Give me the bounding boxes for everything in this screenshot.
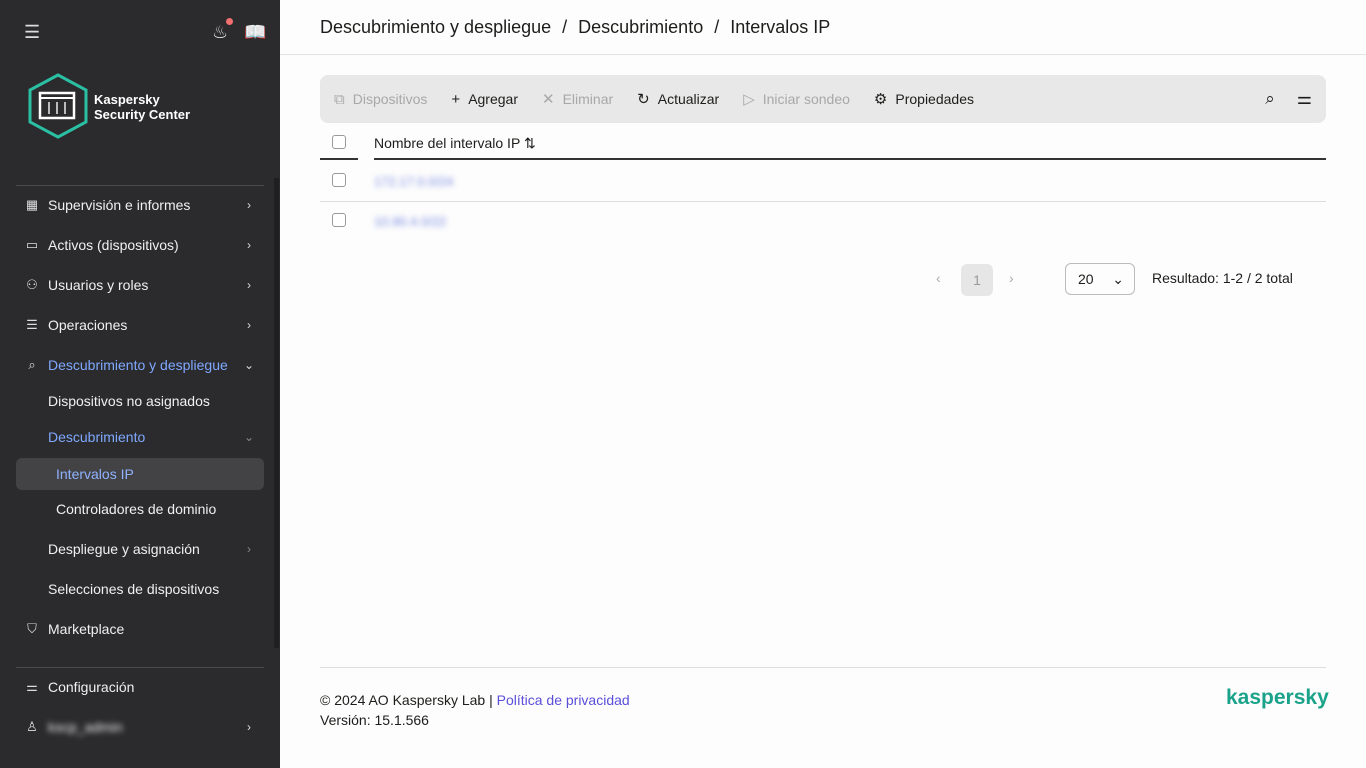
- toolbar: ⧉Dispositivos +Agregar ✕Eliminar ↻Actual…: [320, 75, 1326, 123]
- privacy-link[interactable]: Política de privacidad: [497, 692, 630, 708]
- breadcrumb: Descubrimiento y despliegue/ Descubrimie…: [280, 0, 1366, 55]
- chevron-down-icon: ⌄: [234, 430, 264, 444]
- version: Versión: 15.1.566: [320, 710, 630, 730]
- menu-icon[interactable]: ☰: [24, 22, 40, 43]
- refresh-icon: ↻: [637, 90, 650, 108]
- result-count: Resultado: 1-2 / 2 total: [1152, 270, 1293, 286]
- add-button[interactable]: +Agregar: [451, 91, 518, 108]
- delete-button[interactable]: ✕Eliminar: [542, 90, 613, 108]
- breadcrumb-current: Intervalos IP: [730, 17, 830, 38]
- sidebar-item-monitoring[interactable]: ▦Supervisión e informes›: [16, 189, 264, 221]
- notifications-icon[interactable]: ♨: [212, 22, 228, 43]
- column-header-ip-range[interactable]: Nombre del intervalo IP ⇅: [374, 135, 536, 152]
- page-size-select[interactable]: 20⌄: [1065, 263, 1135, 295]
- sliders-icon: ⚌: [16, 679, 48, 695]
- book-icon[interactable]: 📖: [244, 22, 266, 43]
- sidebar-item-discovery-deployment[interactable]: ⌕Descubrimiento y despliegue⌄: [16, 349, 264, 381]
- properties-button[interactable]: ⚙Propiedades: [874, 90, 974, 108]
- chevron-right-icon: ›: [234, 542, 264, 556]
- chevron-down-icon: ⌄: [234, 358, 264, 372]
- notification-dot: [226, 18, 233, 25]
- page-1-button[interactable]: 1: [961, 264, 993, 296]
- breadcrumb-item[interactable]: Descubrimiento y despliegue: [320, 17, 551, 38]
- chevron-right-icon: ›: [234, 318, 264, 332]
- sidebar-item-assets[interactable]: ▭Activos (dispositivos)›: [16, 229, 264, 261]
- sidebar-item-selections[interactable]: Selecciones de dispositivos: [16, 573, 264, 605]
- sidebar-item-user[interactable]: ♙kscp_admin›: [16, 711, 264, 743]
- start-poll-button[interactable]: ▷Iniciar sondeo: [743, 90, 850, 108]
- sidebar-item-unassigned[interactable]: Dispositivos no asignados: [16, 385, 264, 417]
- sidebar-item-marketplace[interactable]: ⛉Marketplace: [16, 613, 264, 645]
- server-icon: ☰: [16, 317, 48, 333]
- sidebar-item-users[interactable]: ⚇Usuarios y roles›: [16, 269, 264, 301]
- search-icon: ⌕: [16, 357, 48, 373]
- footer: © 2024 AO Kaspersky Lab | Política de pr…: [320, 690, 630, 730]
- user-icon: ♙: [16, 719, 48, 735]
- chevron-right-icon: ›: [234, 720, 264, 734]
- bag-icon: ⛉: [16, 621, 48, 637]
- plus-icon: +: [451, 91, 460, 108]
- prev-page-icon[interactable]: ‹: [936, 270, 941, 286]
- search-icon[interactable]: ⌕: [1265, 89, 1275, 109]
- chevron-right-icon: ›: [234, 198, 264, 212]
- gear-icon: ⚙: [874, 90, 887, 108]
- users-icon: ⚇: [16, 277, 48, 293]
- sidebar-item-domain-controllers[interactable]: Controladores de dominio: [16, 493, 264, 525]
- devices-icon: ⧉: [334, 91, 345, 108]
- dashboard-icon: ▦: [16, 197, 48, 213]
- filter-icon[interactable]: ⚌: [1297, 89, 1312, 109]
- devices-button[interactable]: ⧉Dispositivos: [334, 91, 427, 108]
- kaspersky-logo: kaspersky: [1226, 686, 1329, 710]
- logo-text: KasperskySecurity Center: [94, 92, 190, 122]
- sidebar-scrollbar[interactable]: [274, 178, 279, 648]
- chevron-right-icon: ›: [234, 238, 264, 252]
- play-icon: ▷: [743, 90, 755, 108]
- ip-range-link[interactable]: 10.90.4.0/22: [374, 214, 446, 229]
- row-checkbox[interactable]: [332, 213, 346, 227]
- sidebar-item-operations[interactable]: ☰Operaciones›: [16, 309, 264, 341]
- chevron-down-icon: ⌄: [1112, 271, 1124, 288]
- sidebar-item-deployment[interactable]: Despliegue y asignación›: [16, 533, 264, 565]
- row-checkbox[interactable]: [332, 173, 346, 187]
- chevron-right-icon: ›: [234, 278, 264, 292]
- select-all-checkbox[interactable]: [332, 135, 346, 149]
- sort-icon: ⇅: [524, 135, 536, 151]
- sidebar-item-ip-ranges[interactable]: Intervalos IP: [16, 458, 264, 490]
- sidebar-item-settings[interactable]: ⚌Configuración: [16, 671, 264, 703]
- logo-icon: [27, 73, 89, 139]
- close-icon: ✕: [542, 90, 555, 108]
- refresh-button[interactable]: ↻Actualizar: [637, 90, 719, 108]
- sidebar: ☰ ♨ 📖 KasperskySecurity Center ▦Supervis…: [0, 0, 280, 768]
- breadcrumb-item[interactable]: Descubrimiento: [578, 17, 703, 38]
- monitor-icon: ▭: [16, 237, 48, 253]
- sidebar-item-discovery[interactable]: Descubrimiento⌄: [16, 421, 264, 453]
- table-row[interactable]: 10.90.4.0/22: [320, 202, 1326, 242]
- ip-range-link[interactable]: 172.17.0.0/24: [374, 174, 454, 189]
- next-page-icon[interactable]: ›: [1009, 270, 1014, 286]
- table-row[interactable]: 172.17.0.0/24: [320, 162, 1326, 202]
